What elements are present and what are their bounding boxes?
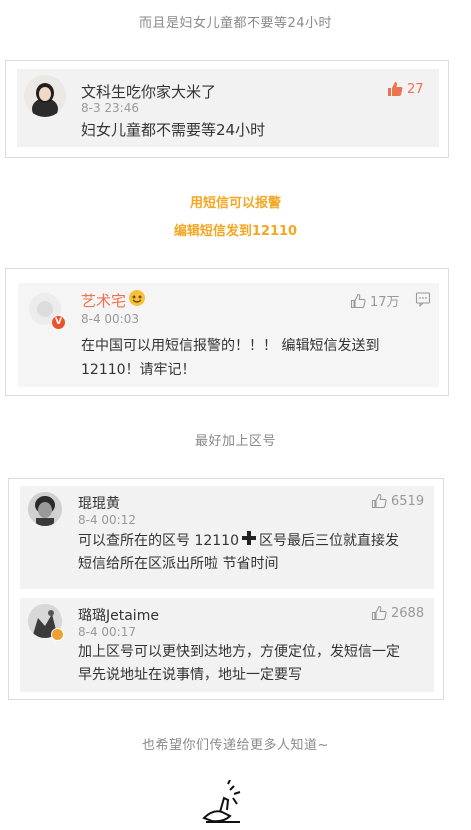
comment-text-line1: 在中国可以用短信报警的！！！ 编辑短信发送到 [81, 338, 380, 354]
thumbs-up-icon [371, 493, 387, 509]
like-count: 2688 [391, 605, 425, 621]
like-button[interactable]: 27 [387, 81, 424, 97]
comment-text-line1: 加上区号可以更快到达地方，方便定位，发短信一定 [78, 644, 400, 660]
comment-text-part2: 区号最后三位就直接发 [259, 533, 399, 549]
like-count: 17万 [370, 295, 400, 310]
like-button[interactable]: 2688 [371, 605, 424, 621]
like-button[interactable]: 17万 [350, 291, 400, 310]
comment-time: 8-4 00:17 [78, 625, 136, 639]
caption-top: 而且是妇女儿童都不要等24小时 [138, 16, 333, 31]
comment-text-line2: 早先说地址在说事情，地址一定要写 [78, 667, 302, 683]
comment-time: 8-3 23:46 [81, 101, 139, 115]
comment-card-3: 琨琨黄 8-4 00:12 可以查所在的区号 12110 区号最后三位就直接发 … [8, 478, 444, 700]
comment-username[interactable]: 文科生吃你家大米了 [81, 81, 216, 102]
caption-sms-line1: 用短信可以报警 [189, 196, 281, 211]
comment-text-line2: 短信给所在区派出所啦 节省时间 [78, 556, 279, 572]
caption-sms-line2: 编辑短信发到12110 [173, 224, 298, 239]
caption-area-code: 最好加上区号 [194, 434, 276, 449]
comment-username[interactable]: 琨琨黄 [78, 493, 120, 513]
member-badge-icon [51, 628, 64, 641]
user-avatar[interactable] [24, 75, 66, 117]
hand-doodle-icon [200, 779, 250, 825]
comment-item: 琨琨黄 8-4 00:12 可以查所在的区号 12110 区号最后三位就直接发 … [20, 486, 434, 589]
emoji-icon [128, 289, 146, 311]
comment-reply-icon[interactable] [415, 291, 431, 311]
like-count: 27 [407, 81, 424, 97]
thumbs-up-icon [387, 81, 403, 97]
comment-card-2: V 艺术宅 8-4 00:03 在中国可以用短信报警的！！！ 编辑短信发送到 1… [5, 268, 449, 396]
comment-card-1: 文科生吃你家大米了 8-3 23:46 妇女儿童都不需要等24小时 27 [5, 60, 449, 158]
thumbs-up-icon [350, 293, 366, 309]
comment-text-line1: 可以查所在的区号 12110 区号最后三位就直接发 [78, 530, 399, 552]
plus-icon [242, 530, 256, 552]
like-button[interactable]: 6519 [371, 493, 424, 509]
comment-text-part1: 可以查所在的区号 12110 [78, 533, 239, 549]
user-avatar[interactable] [28, 492, 62, 526]
comment-item: 文科生吃你家大米了 8-3 23:46 妇女儿童都不需要等24小时 27 [17, 69, 439, 147]
comment-text: 妇女儿童都不需要等24小时 [81, 121, 266, 139]
comment-username[interactable]: 璐璐Jetaime [78, 605, 159, 625]
comment-item: V 艺术宅 8-4 00:03 在中国可以用短信报警的！！！ 编辑短信发送到 1… [18, 283, 439, 387]
comment-time: 8-4 00:12 [78, 513, 136, 527]
comment-text-line2: 12110！请牢记！ [81, 362, 196, 378]
comment-time: 8-4 00:03 [81, 312, 139, 326]
comment-username[interactable]: 艺术宅 [81, 290, 126, 311]
comment-item: 璐璐Jetaime 8-4 00:17 加上区号可以更快到达地方，方便定位，发短… [20, 598, 434, 692]
like-count: 6519 [391, 493, 425, 509]
thumbs-up-icon [371, 605, 387, 621]
verified-badge-icon: V [52, 316, 65, 329]
caption-bottom: 也希望你们传递给更多人知道~ [142, 738, 329, 753]
